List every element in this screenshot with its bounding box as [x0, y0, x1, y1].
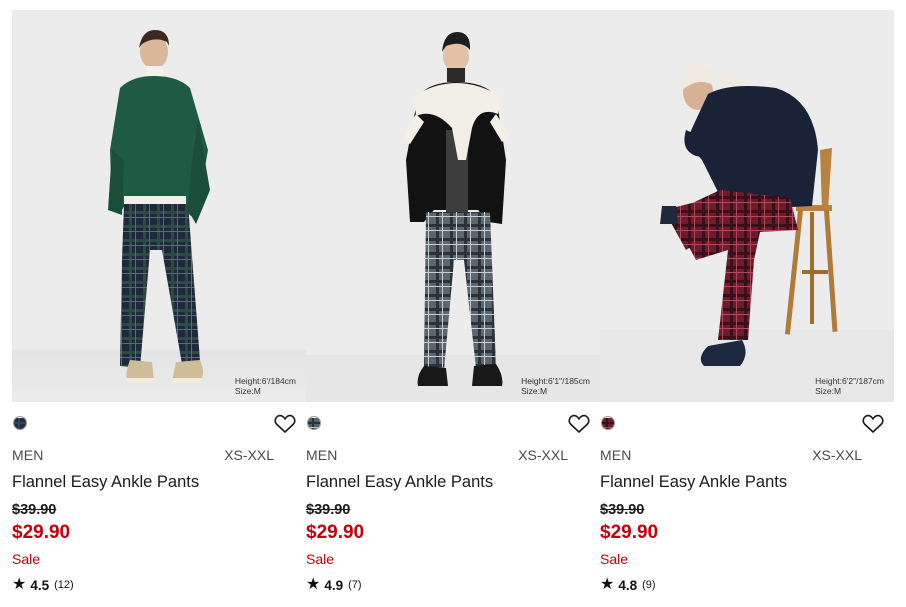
product-card[interactable]: Height:6'2"/187cm Size:M MEN XS-XXL Flan…	[600, 10, 894, 607]
product-rating[interactable]: ★ 4.9 (7)	[306, 576, 362, 594]
model-size-text: Size:M	[234, 386, 261, 396]
sale-flag: Sale	[600, 551, 629, 567]
size-range: XS-XXL	[812, 447, 862, 463]
review-count: (9)	[642, 579, 656, 591]
color-swatch[interactable]	[13, 416, 27, 430]
heart-outline-icon	[274, 414, 296, 433]
favorite-button[interactable]	[568, 414, 590, 434]
sale-price: $29.90	[600, 522, 659, 543]
sale-flag: Sale	[306, 551, 335, 567]
product-card[interactable]: Height:6'1"/185cm Size:M MEN XS-XXL Flan…	[306, 10, 600, 607]
product-rating[interactable]: ★ 4.5 (12)	[12, 576, 74, 594]
product-photo[interactable]: Height:6'1"/185cm Size:M	[306, 10, 600, 402]
color-swatch[interactable]	[601, 416, 615, 430]
heart-outline-icon	[568, 414, 590, 433]
plaid-swatch-icon	[602, 418, 614, 429]
model-photo-black-jacket	[306, 10, 600, 402]
rating-value: 4.8	[618, 577, 638, 593]
rating-value: 4.5	[30, 577, 50, 593]
model-height-text: Height:6'1"/185cm	[521, 376, 590, 386]
gender-label: MEN	[12, 447, 44, 463]
product-name-link[interactable]: Flannel Easy Ankle Pants	[12, 473, 199, 492]
sale-price: $29.90	[306, 522, 365, 543]
original-price: $39.90	[12, 502, 57, 518]
gender-label: MEN	[306, 447, 338, 463]
sale-price: $29.90	[12, 522, 71, 543]
product-name-link[interactable]: Flannel Easy Ankle Pants	[306, 473, 493, 492]
product-photo[interactable]: Height:6'/184cm Size:M	[12, 10, 306, 402]
star-icon: ★	[306, 576, 321, 593]
plaid-swatch-icon	[308, 418, 320, 429]
model-size-text: Size:M	[815, 386, 842, 396]
review-count: (12)	[54, 579, 74, 591]
star-icon: ★	[600, 576, 615, 593]
heart-outline-icon	[862, 414, 884, 433]
model-info-caption: Height:6'1"/185cm Size:M	[521, 376, 590, 396]
model-photo-red-plaid-stool	[600, 10, 894, 402]
model-info-caption: Height:6'2"/187cm Size:M	[815, 376, 884, 396]
size-range: XS-XXL	[224, 447, 274, 463]
favorite-button[interactable]	[862, 414, 884, 434]
model-height-text: Height:6'2"/187cm	[815, 376, 884, 386]
product-name-link[interactable]: Flannel Easy Ankle Pants	[600, 473, 787, 492]
model-height-text: Height:6'/184cm	[234, 376, 296, 386]
size-range: XS-XXL	[518, 447, 568, 463]
original-price: $39.90	[306, 502, 351, 518]
product-grid: Height:6'/184cm Size:M MEN XS-XXL Flanne…	[12, 10, 894, 607]
color-swatch[interactable]	[307, 416, 321, 430]
product-photo[interactable]: Height:6'2"/187cm Size:M	[600, 10, 894, 402]
rating-value: 4.9	[324, 577, 344, 593]
model-size-text: Size:M	[521, 386, 548, 396]
favorite-button[interactable]	[274, 414, 296, 434]
review-count: (7)	[348, 579, 362, 591]
model-photo-green-sweater	[12, 10, 306, 402]
original-price: $39.90	[600, 502, 645, 518]
product-rating[interactable]: ★ 4.8 (9)	[600, 576, 656, 594]
star-icon: ★	[12, 576, 27, 593]
sale-flag: Sale	[12, 551, 41, 567]
gender-label: MEN	[600, 447, 632, 463]
model-info-caption: Height:6'/184cm Size:M	[235, 376, 296, 396]
product-card[interactable]: Height:6'/184cm Size:M MEN XS-XXL Flanne…	[12, 10, 306, 607]
plaid-swatch-icon	[14, 418, 26, 429]
